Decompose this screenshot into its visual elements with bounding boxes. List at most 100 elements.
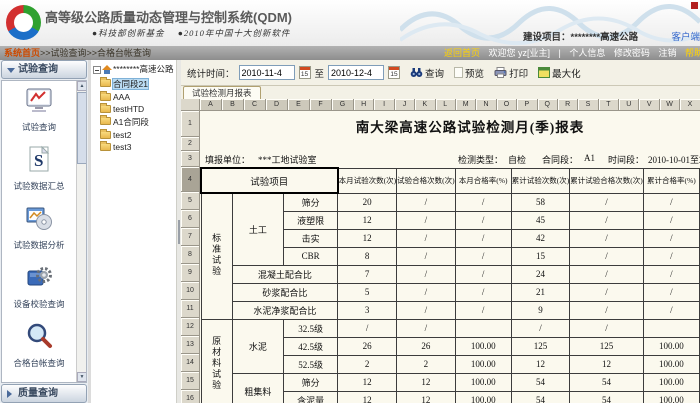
subgroup-cell[interactable]: 土工 <box>232 193 283 265</box>
sidebar-item-data-summary[interactable]: S 试验数据汇总 <box>2 144 76 192</box>
cell[interactable]: / <box>570 265 644 283</box>
cell[interactable]: 100.00 <box>643 337 699 355</box>
cell[interactable]: 100.00 <box>455 391 511 403</box>
column-header[interactable]: B <box>222 99 244 111</box>
scroll-up-icon[interactable]: ▲ <box>77 81 87 91</box>
cell[interactable]: 100.00 <box>455 373 511 391</box>
scrollbar-thumb[interactable] <box>77 92 87 164</box>
tree-node-contract-21[interactable]: 合同段21 <box>100 77 176 91</box>
select-all-corner[interactable] <box>181 99 200 111</box>
tree-node-aaa[interactable]: AAA <box>100 91 176 103</box>
cell[interactable]: 24 <box>511 265 570 283</box>
cell[interactable]: 100.00 <box>643 391 699 403</box>
header-cell[interactable]: 试验合格次数(次) <box>397 168 456 193</box>
tree-root[interactable]: ********高速公路 <box>91 60 176 77</box>
cell[interactable]: / <box>570 301 644 319</box>
cell[interactable]: / <box>455 247 511 265</box>
cell[interactable]: 7 <box>338 265 397 283</box>
cell[interactable]: 12 <box>338 229 397 247</box>
cell[interactable]: 100.00 <box>455 337 511 355</box>
logout-link[interactable]: 注销 <box>658 48 676 58</box>
cell[interactable]: / <box>570 211 644 229</box>
column-header[interactable]: M <box>456 99 476 111</box>
date-from-input[interactable] <box>239 65 295 80</box>
cell[interactable]: 击实 <box>284 229 338 247</box>
cell[interactable]: 125 <box>511 337 570 355</box>
header-cell[interactable]: 累计合格率(%) <box>643 168 699 193</box>
column-header[interactable]: N <box>476 99 496 111</box>
collapse-toggle-icon[interactable] <box>93 66 101 74</box>
cell[interactable]: 3 <box>338 301 397 319</box>
column-header[interactable]: I <box>374 99 394 111</box>
tree-node-testhtd[interactable]: testHTD <box>100 103 176 115</box>
cell[interactable]: 5 <box>338 283 397 301</box>
cell[interactable]: / <box>570 319 644 337</box>
column-header[interactable]: G <box>332 99 354 111</box>
cell[interactable]: / <box>455 193 511 211</box>
column-header[interactable]: Q <box>538 99 558 111</box>
cell[interactable]: 9 <box>511 301 570 319</box>
column-header[interactable]: F <box>310 99 332 111</box>
column-header[interactable]: H <box>354 99 374 111</box>
cell[interactable]: / <box>643 229 699 247</box>
password-link[interactable]: 修改密码 <box>614 48 650 58</box>
scroll-down-icon[interactable]: ▼ <box>77 372 87 382</box>
cell[interactable]: 12 <box>397 391 456 403</box>
cell[interactable]: 含泥量 <box>284 391 338 403</box>
cell[interactable]: / <box>455 301 511 319</box>
tree-node-test2[interactable]: test2 <box>100 129 176 141</box>
cell[interactable]: 筛分 <box>284 193 338 211</box>
cell[interactable]: 42.5级 <box>284 337 338 355</box>
print-button[interactable]: 打印 <box>494 66 528 80</box>
calendar-icon[interactable]: 15 <box>388 66 400 79</box>
cell[interactable]: 58 <box>511 193 570 211</box>
cell[interactable]: / <box>397 193 456 211</box>
help-link[interactable]: 帮助 <box>685 48 700 58</box>
column-header[interactable]: D <box>266 99 288 111</box>
column-header[interactable]: R <box>558 99 578 111</box>
header-cell[interactable]: 本月合格率(%) <box>455 168 511 193</box>
cell[interactable]: 12 <box>338 211 397 229</box>
client-link[interactable]: 客户端 <box>671 29 700 43</box>
cell[interactable]: 15 <box>511 247 570 265</box>
cell[interactable]: / <box>397 211 456 229</box>
row-header[interactable]: 14 <box>181 354 200 372</box>
row-header[interactable]: 3 <box>181 151 200 167</box>
cell[interactable]: / <box>570 247 644 265</box>
column-header[interactable]: S <box>578 99 598 111</box>
cell[interactable]: / <box>455 265 511 283</box>
column-header[interactable]: T <box>599 99 619 111</box>
maximize-button[interactable]: 最大化 <box>538 66 581 80</box>
cell[interactable]: 筛分 <box>284 373 338 391</box>
splitter-grip[interactable] <box>178 220 180 244</box>
column-header[interactable]: W <box>660 99 680 111</box>
cell[interactable]: / <box>511 319 570 337</box>
cell[interactable]: 26 <box>338 337 397 355</box>
cell[interactable]: / <box>397 319 456 337</box>
group-cell[interactable]: 标准试验 <box>201 193 232 319</box>
column-header[interactable]: V <box>639 99 659 111</box>
row-header[interactable]: 9 <box>181 264 200 282</box>
cell[interactable]: 100.00 <box>643 373 699 391</box>
row-header[interactable]: 16 <box>181 390 200 403</box>
cell[interactable]: 54 <box>570 391 644 403</box>
cell[interactable]: / <box>455 211 511 229</box>
cell[interactable]: 20 <box>338 193 397 211</box>
preview-button[interactable]: 预览 <box>454 66 484 80</box>
sidebar-section-quality-query[interactable]: 质量查询 <box>1 384 87 403</box>
cell[interactable]: 45 <box>511 211 570 229</box>
group-cell[interactable]: 原材料试验 <box>201 319 232 403</box>
row-header[interactable]: 8 <box>181 246 200 264</box>
cell[interactable]: 砂浆配合比 <box>232 283 337 301</box>
cell[interactable]: / <box>455 283 511 301</box>
column-header[interactable]: A <box>200 99 222 111</box>
cell[interactable]: / <box>643 301 699 319</box>
cell[interactable]: / <box>455 229 511 247</box>
cell[interactable]: 混凝土配合比 <box>232 265 337 283</box>
column-header[interactable]: C <box>244 99 266 111</box>
sidebar-item-pass-ledger[interactable]: 合格台帐查询 <box>2 321 76 369</box>
row-header[interactable]: 5 <box>181 192 200 210</box>
header-cell[interactable]: 累计试验合格次数(次) <box>570 168 644 193</box>
cell[interactable]: 21 <box>511 283 570 301</box>
row-header[interactable]: 7 <box>181 228 200 246</box>
